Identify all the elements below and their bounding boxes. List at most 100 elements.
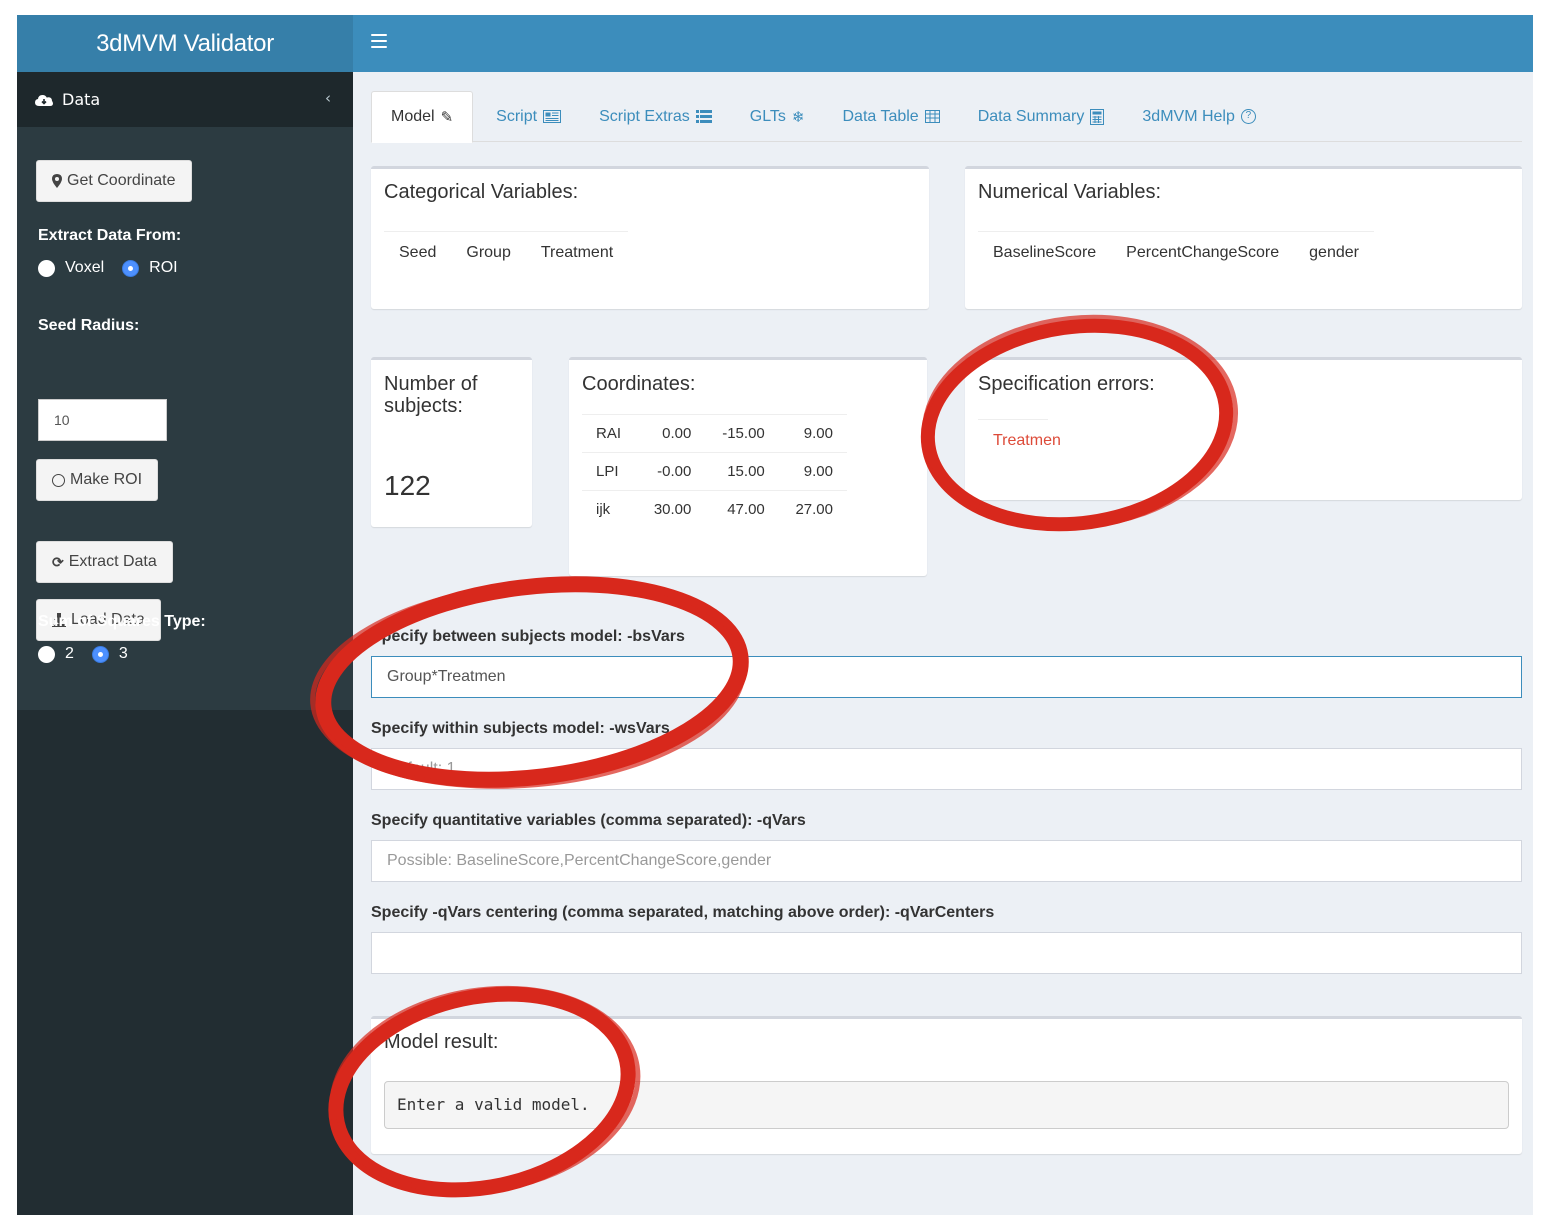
model-result-title: Model result:: [384, 1031, 499, 1053]
radio-roi-label: ROI: [149, 259, 178, 276]
qvarcenters-input[interactable]: [371, 932, 1522, 974]
seed-radius-input[interactable]: [38, 399, 167, 441]
tab-model-label: Model: [391, 108, 435, 125]
tab-glts-label: GLTs: [749, 107, 786, 125]
newspaper-icon: [543, 110, 562, 123]
subjects-count: 122: [384, 470, 431, 501]
top-navbar: [353, 15, 1533, 72]
table-row: RAI 0.00 -15.00 9.00: [582, 414, 847, 453]
table-cell: -0.00: [637, 452, 706, 491]
qvars-label: Specify quantitative variables (comma se…: [371, 812, 806, 829]
app-logo[interactable]: 3dMVM Validator: [17, 15, 353, 72]
bsvars-input[interactable]: [371, 656, 1522, 698]
numerical-title: Numerical Variables:: [978, 181, 1162, 203]
coordinates-table: RAI 0.00 -15.00 9.00 LPI -0.00 15.00 9.0…: [582, 414, 847, 529]
extract-data-button[interactable]: ⟳ Extract Data: [36, 541, 173, 583]
calculator-icon: [1090, 108, 1105, 125]
table-cell: RAI: [582, 414, 638, 453]
categorical-var: Treatment: [540, 244, 614, 261]
bsvars-label: Specify between subjects model: -bsVars: [371, 628, 685, 645]
subjects-box: Number of subjects: 122: [371, 357, 532, 527]
radio-roi[interactable]: [122, 259, 140, 277]
tab-script-extras[interactable]: Script Extras: [580, 91, 731, 142]
tab-3dmvm-help[interactable]: 3dMVM Help ?: [1123, 91, 1274, 142]
categorical-title: Categorical Variables:: [384, 181, 579, 203]
make-roi-label: Make ROI: [70, 471, 143, 488]
menu-toggle-icon[interactable]: [371, 34, 387, 48]
cloud-download-icon: [35, 94, 53, 106]
model-result-box: Model result: Enter a valid model.: [371, 1016, 1522, 1154]
refresh-icon: ⟳: [52, 553, 64, 570]
sidebar-item-data[interactable]: Data ‹: [17, 72, 353, 127]
seed-radius-label: Seed Radius:: [38, 317, 140, 334]
extract-data-label: Extract Data: [68, 553, 157, 570]
categorical-var: Seed: [399, 244, 437, 261]
tab-glts[interactable]: GLTs ❄: [731, 91, 824, 142]
extract-from-radio-group: Voxel ROI: [38, 259, 196, 277]
make-roi-button[interactable]: Make ROI: [36, 459, 159, 501]
tab-script-label: Script: [496, 107, 538, 125]
table-cell: -15.00: [705, 414, 779, 453]
qvars-input[interactable]: [371, 840, 1522, 882]
extract-from-label: Extract Data From:: [38, 227, 182, 244]
spec-errors-title: Specification errors:: [978, 373, 1155, 395]
ss-type-label: Sum of Squares Type:: [38, 613, 206, 630]
numerical-var: BaselineScore: [993, 244, 1097, 261]
edit-icon: ✎: [440, 109, 454, 126]
coordinates-title: Coordinates:: [582, 373, 696, 395]
radio-ss-3-label: 3: [118, 645, 128, 662]
table-cell: 9.00: [778, 414, 847, 453]
table-cell: 15.00: [705, 452, 779, 491]
tab-script[interactable]: Script: [473, 91, 580, 142]
radio-ss-3[interactable]: [91, 645, 109, 663]
app-window: 3dMVM Validator Data ‹ Get Coordinate Ex…: [17, 15, 1533, 1215]
snowflake-icon: ❄: [791, 108, 805, 126]
spec-error-item: Treatmen: [978, 419, 1061, 450]
categorical-variables-box: Categorical Variables: Seed Group Treatm…: [371, 166, 929, 309]
tab-data-summary[interactable]: Data Summary: [959, 91, 1124, 142]
table-cell: ijk: [582, 490, 638, 529]
table-cell: 30.00: [637, 490, 706, 529]
numerical-vars-row: BaselineScore PercentChangeScore gender: [978, 231, 1374, 262]
wsvars-label: Specify within subjects model: -wsVars: [371, 720, 670, 737]
numerical-var: PercentChangeScore: [1126, 244, 1280, 261]
radio-ss-2-label: 2: [65, 645, 74, 662]
table-row: ijk 30.00 47.00 27.00: [582, 490, 847, 529]
numerical-variables-box: Numerical Variables: BaselineScore Perce…: [965, 166, 1522, 309]
map-marker-icon: [52, 174, 62, 188]
question-circle-icon: ?: [1240, 109, 1256, 124]
main-content: Model ✎ Script Script Extras GLTs ❄ Data…: [353, 72, 1533, 1215]
radio-ss-2[interactable]: [38, 645, 55, 663]
categorical-vars-row: Seed Group Treatment: [384, 231, 629, 262]
tab-model[interactable]: Model ✎: [371, 91, 474, 143]
chevron-left-icon[interactable]: ‹: [325, 89, 331, 107]
qvarcenters-label: Specify -qVars centering (comma separate…: [371, 904, 995, 921]
radio-voxel-label: Voxel: [65, 259, 105, 276]
sidebar: Data ‹ Get Coordinate Extract Data From:…: [17, 72, 353, 1215]
ss-type-radio-group: 2 3: [38, 645, 146, 663]
circle-outline-icon: [52, 473, 65, 487]
sidebar-section-label: Data: [62, 90, 101, 109]
numerical-var: gender: [1309, 244, 1359, 261]
wsvars-input[interactable]: [371, 748, 1522, 790]
tab-3dmvm-help-label: 3dMVM Help: [1142, 107, 1235, 125]
categorical-var: Group: [466, 244, 511, 261]
tab-data-table-label: Data Table: [842, 107, 919, 125]
specification-errors-box: Specification errors: Treatmen: [965, 357, 1522, 500]
model-result-output: Enter a valid model.: [384, 1081, 1509, 1129]
get-coordinate-button[interactable]: Get Coordinate: [36, 160, 192, 202]
tab-data-table[interactable]: Data Table: [823, 91, 958, 142]
table-row: LPI -0.00 15.00 9.00: [582, 452, 847, 491]
get-coordinate-label: Get Coordinate: [67, 172, 176, 189]
radio-voxel[interactable]: [38, 259, 55, 277]
table-cell: 47.00: [705, 490, 779, 529]
table-cell: LPI: [582, 452, 638, 491]
table-icon: [924, 110, 940, 123]
subjects-title: Number of subjects:: [384, 373, 478, 417]
table-cell: 0.00: [637, 414, 706, 453]
table-cell: 27.00: [778, 490, 847, 529]
tab-bar: Model ✎ Script Script Extras GLTs ❄ Data…: [371, 91, 1522, 143]
table-cell: 9.00: [778, 452, 847, 491]
sidebar-panel: Get Coordinate Extract Data From: Voxel …: [17, 127, 353, 710]
list-icon: [695, 110, 712, 123]
